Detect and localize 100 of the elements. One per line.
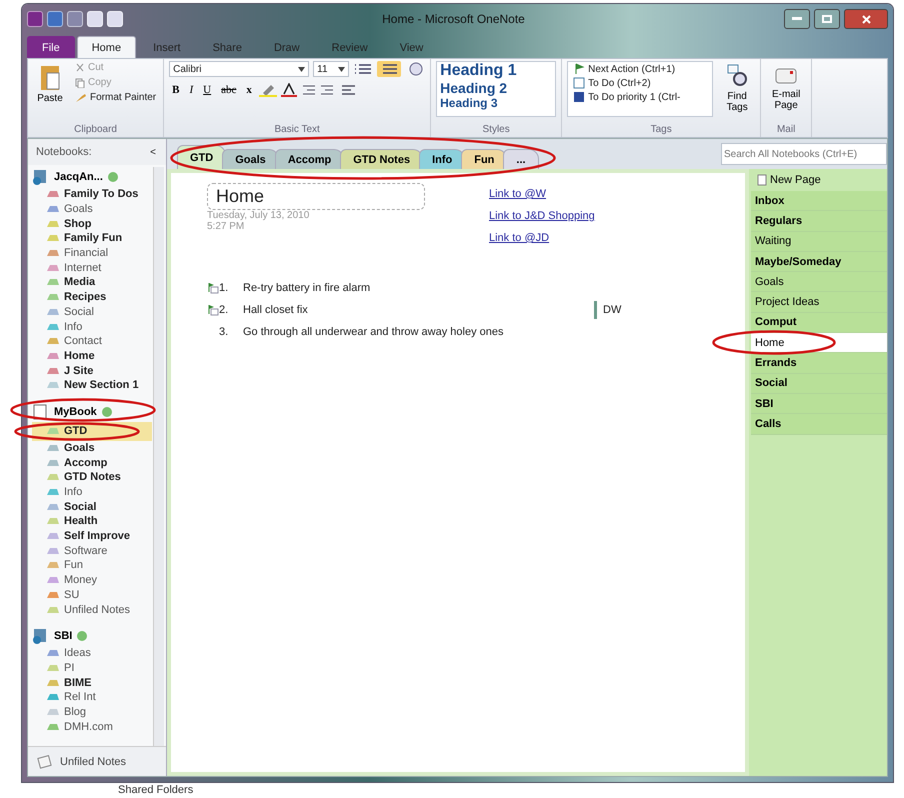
section-item[interactable]: Family To Dos (32, 187, 152, 202)
underline-button[interactable]: U (200, 84, 214, 96)
section-item[interactable]: Money (32, 572, 152, 588)
dock-icon[interactable] (87, 11, 103, 27)
page-tab[interactable]: SBI (751, 394, 887, 414)
sync-icon (100, 406, 113, 418)
section-item[interactable]: Goals (32, 440, 152, 456)
window-icon[interactable] (107, 11, 123, 27)
todo-text: Go through all underwear and throw away holey ones (243, 326, 504, 338)
find-tags-button[interactable]: Find Tags (719, 61, 756, 115)
minimize-button[interactable] (784, 9, 810, 29)
ribbon-tab[interactable]: File (27, 36, 75, 58)
section-item[interactable]: Social (32, 304, 152, 320)
page-tab[interactable]: Errands (751, 353, 887, 374)
section-item[interactable]: SU (32, 588, 152, 602)
section-item[interactable]: Financial (32, 246, 152, 260)
section-tab[interactable]: ... (503, 149, 539, 169)
section-item[interactable]: Fun (32, 558, 152, 573)
group-label: Styles (482, 124, 511, 137)
bold-button[interactable]: B (169, 84, 182, 96)
todo-text: Hall closet fix (243, 304, 309, 316)
subscript-button[interactable]: x (243, 84, 255, 96)
section-item[interactable]: BIME (32, 675, 152, 690)
section-item[interactable]: Home (32, 348, 152, 364)
section-item[interactable]: Software (32, 543, 152, 558)
new-page-button[interactable]: New Page (751, 169, 887, 191)
bullets-icon[interactable] (353, 62, 374, 76)
size-field[interactable]: 11 (313, 61, 350, 77)
section-item[interactable]: GTD Notes (32, 470, 152, 485)
page-tab[interactable]: Regulars (751, 211, 887, 232)
numbering-icon[interactable] (377, 61, 402, 77)
format-painter-button[interactable]: Format Painter (73, 91, 158, 104)
notebook-item[interactable]: JacqAn... (32, 169, 119, 185)
section-item[interactable]: Blog (32, 704, 152, 720)
section-item[interactable]: Internet (32, 260, 152, 276)
page-title[interactable]: Home (207, 183, 425, 210)
section-item[interactable]: Shop (32, 216, 152, 232)
style-option[interactable]: Heading 3 (440, 96, 552, 110)
section-item[interactable]: PI (32, 660, 152, 676)
section-item[interactable]: New Section 1 (32, 378, 152, 393)
section-item[interactable]: Rel Int (32, 690, 152, 705)
ribbon-tab[interactable]: Home (76, 36, 136, 58)
search-field[interactable]: Search All Notebooks (Ctrl+E) (721, 143, 887, 165)
page-tab[interactable]: Maybe/Someday (751, 252, 887, 272)
section-item[interactable]: Social (32, 499, 152, 514)
tag-option[interactable]: Next Action (Ctrl+1) (571, 62, 710, 76)
tag-option[interactable]: To Do priority 1 (Ctrl- (571, 90, 710, 104)
section-item[interactable]: Info (32, 319, 152, 334)
note-link[interactable]: Link to @W (489, 183, 595, 205)
section-item[interactable]: Info (32, 484, 152, 500)
email-page-button[interactable]: E-mail Page (766, 61, 806, 113)
style-option[interactable]: Heading 1 (440, 62, 552, 80)
copy-icon (75, 78, 85, 88)
todo-text: Re-try battery in fire alarm (243, 282, 372, 294)
page-tab[interactable]: Calls (751, 414, 887, 435)
scrollbar[interactable] (153, 167, 164, 746)
section-item[interactable]: DMH.com (32, 719, 152, 734)
page-tab[interactable]: Comput (751, 312, 887, 334)
collapse-button[interactable]: < (148, 146, 158, 158)
section-item[interactable]: Media (32, 275, 152, 290)
close-icon (862, 14, 870, 24)
paste-button[interactable]: Paste (33, 61, 67, 106)
section-item[interactable]: J Site (32, 363, 152, 378)
page-tab[interactable]: Goals (751, 272, 887, 292)
font-color-icon[interactable] (280, 83, 297, 97)
section-item[interactable]: Self Improve (32, 528, 152, 544)
note-link[interactable]: Link to @JD (489, 227, 595, 249)
section-item[interactable]: Recipes (32, 290, 152, 304)
scissors-icon (75, 62, 85, 72)
page-tab[interactable]: Waiting (751, 232, 887, 252)
page-tab[interactable]: Home (751, 333, 887, 354)
notebook-item[interactable]: SBI (32, 628, 88, 644)
note-link[interactable]: Link to J&D Shopping (489, 205, 595, 227)
section-item[interactable]: Contact (32, 334, 152, 349)
section-item[interactable]: Goals (32, 202, 152, 216)
author-marker-icon (593, 301, 599, 319)
maximize-icon (822, 15, 832, 23)
align-icon[interactable] (340, 84, 357, 96)
section-item[interactable]: Unfiled Notes (32, 602, 152, 617)
group-label: Basic Text (273, 124, 321, 137)
style-option[interactable]: Heading 2 (440, 80, 552, 96)
undo-icon[interactable] (67, 11, 83, 27)
section-item[interactable]: Health (32, 514, 152, 529)
strikethrough-button[interactable]: abc (218, 84, 240, 96)
close-button[interactable] (844, 9, 888, 29)
app-icon[interactable] (27, 11, 43, 27)
section-item[interactable]: Accomp (32, 455, 152, 470)
page-tab[interactable]: Social (751, 374, 887, 394)
flag-icon[interactable] (207, 282, 219, 294)
maximize-button[interactable] (814, 9, 840, 29)
page-tab[interactable]: Project Ideas (751, 292, 887, 313)
back-icon[interactable] (47, 11, 63, 27)
page-tab[interactable]: Inbox (751, 191, 887, 212)
italic-button[interactable]: I (186, 84, 196, 96)
font-field[interactable]: Calibri (169, 61, 310, 77)
flag-icon[interactable] (207, 304, 219, 316)
section-item[interactable]: Ideas (32, 646, 152, 661)
tag-option[interactable]: To Do (Ctrl+2) (571, 76, 710, 90)
item-number: 3. (219, 326, 230, 338)
section-item[interactable]: Family Fun (32, 231, 152, 246)
